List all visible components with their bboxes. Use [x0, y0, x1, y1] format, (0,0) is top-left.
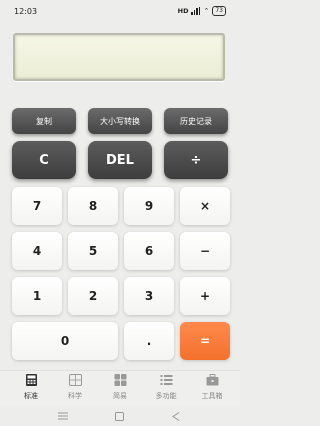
tab-label: 简易 — [113, 392, 127, 400]
tab-scientific[interactable]: 科学 — [51, 374, 99, 404]
menu-icon[interactable] — [58, 412, 68, 420]
network-label: HD — [177, 7, 189, 15]
tab-simple[interactable]: 简易 — [96, 374, 144, 404]
plus-button[interactable]: + — [180, 277, 230, 315]
equals-button[interactable]: = — [180, 322, 230, 360]
minus-button[interactable]: − — [180, 232, 230, 270]
list-icon — [160, 375, 172, 385]
tab-label: 标准 — [24, 392, 38, 400]
key-8[interactable]: 8 — [68, 187, 118, 225]
tab-label: 科学 — [68, 392, 82, 400]
key-2[interactable]: 2 — [68, 277, 118, 315]
wifi-icon: ⌃ — [203, 7, 210, 15]
calculator-icon — [25, 374, 37, 386]
key-6[interactable]: 6 — [124, 232, 174, 270]
divide-button[interactable]: ÷ — [164, 141, 228, 179]
status-indicators: HD ⌃ 73 — [178, 6, 226, 16]
signal-icon — [191, 7, 201, 15]
clear-button[interactable]: C — [12, 141, 76, 179]
tab-label: 多功能 — [155, 392, 177, 400]
tab-toolbox[interactable]: 工具箱 — [188, 374, 236, 404]
toolbox-icon — [206, 374, 218, 386]
status-bar: 12:03 HD ⌃ 73 — [0, 0, 240, 22]
key-0[interactable]: 0 — [12, 322, 118, 360]
key-1[interactable]: 1 — [12, 277, 62, 315]
back-icon[interactable] — [172, 412, 180, 421]
key-4[interactable]: 4 — [12, 232, 62, 270]
key-3[interactable]: 3 — [124, 277, 174, 315]
tab-multifunction[interactable]: 多功能 — [142, 374, 190, 404]
tab-standard[interactable]: 标准 — [7, 374, 55, 404]
copy-button[interactable]: 复制 — [12, 108, 76, 134]
history-button[interactable]: 历史记录 — [164, 108, 228, 134]
case-convert-button[interactable]: 大小写转换 — [88, 108, 152, 134]
key-5[interactable]: 5 — [68, 232, 118, 270]
bottom-tab-bar: 标准 科学 简易 多功能 工具箱 — [0, 370, 240, 407]
grid-icon — [114, 374, 126, 386]
battery-icon: 73 — [212, 6, 226, 16]
key-9[interactable]: 9 — [124, 187, 174, 225]
decimal-button[interactable]: . — [124, 322, 174, 360]
tab-label: 工具箱 — [201, 392, 223, 400]
battery-level: 73 — [215, 7, 223, 14]
status-time: 12:03 — [14, 7, 38, 16]
calculator-display — [13, 33, 225, 81]
system-nav-bar — [0, 406, 240, 426]
home-icon[interactable] — [115, 412, 124, 421]
key-7[interactable]: 7 — [12, 187, 62, 225]
delete-button[interactable]: DEL — [88, 141, 152, 179]
multiply-button[interactable]: × — [180, 187, 230, 225]
scientific-icon — [68, 374, 82, 386]
